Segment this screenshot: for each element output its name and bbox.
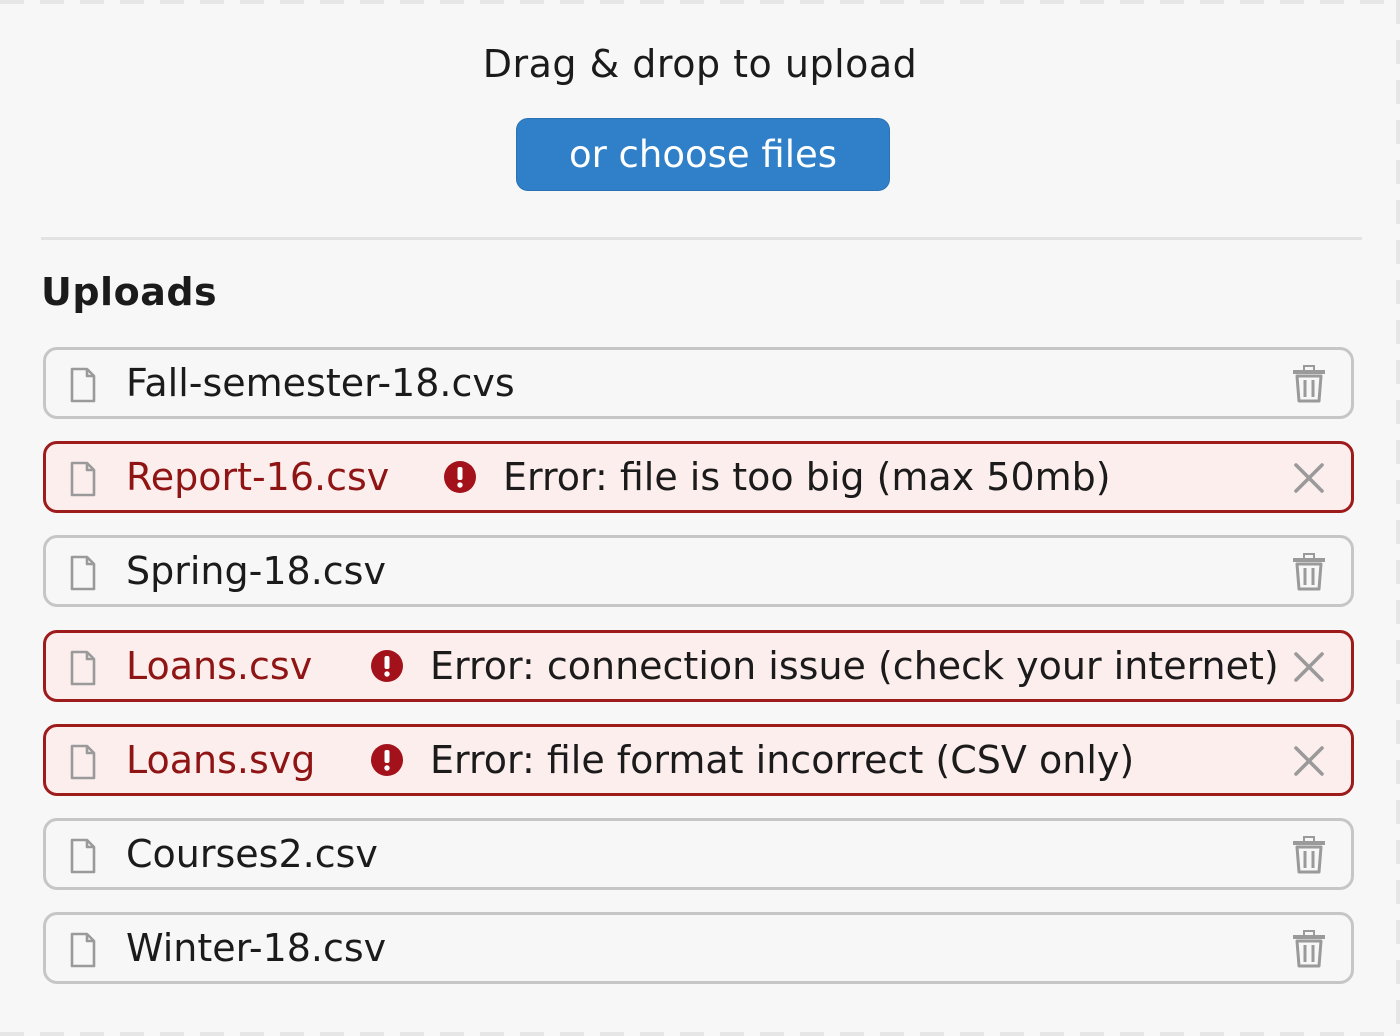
file-icon — [70, 556, 96, 591]
divider — [41, 237, 1362, 240]
dropzone-title: Drag & drop to upload — [482, 42, 918, 86]
upload-item-error: Loans.svg Error: file format incorrect (… — [43, 723, 1354, 796]
close-icon[interactable] — [1291, 742, 1327, 780]
upload-panel: Drag & drop to upload or choose files Up… — [0, 0, 1400, 1036]
upload-item: Courses2.csv — [43, 817, 1354, 890]
file-icon — [70, 650, 96, 685]
upload-item-error: Loans.csv Error: connection issue (check… — [43, 629, 1354, 702]
file-icon — [70, 932, 96, 968]
alert-circle-icon — [371, 649, 403, 682]
error-message: Error: file is too big (max 50mb) — [503, 455, 1111, 500]
file-icon — [70, 838, 96, 874]
file-name: Loans.svg — [126, 737, 316, 782]
file-name: Loans.csv — [126, 643, 313, 688]
trash-icon[interactable] — [1291, 930, 1327, 968]
file-name: Courses2.csv — [126, 831, 378, 876]
error-message: Error: file format incorrect (CSV only) — [430, 737, 1135, 782]
file-name: Winter-18.csv — [126, 926, 387, 971]
file-icon — [70, 461, 96, 497]
file-icon — [70, 367, 96, 403]
upload-item-error: Report-16.csv Error: file is too big (ma… — [43, 441, 1354, 514]
upload-list: Fall-semester-18.cvs Report-16.csv Error — [43, 347, 1354, 985]
upload-item: Fall-semester-18.cvs — [43, 347, 1354, 419]
trash-icon[interactable] — [1291, 365, 1327, 403]
choose-files-button[interactable]: or choose files — [516, 118, 890, 191]
alert-circle-icon — [444, 461, 476, 494]
dropzone[interactable]: Drag & drop to upload or choose files — [0, 0, 1400, 240]
close-icon[interactable] — [1291, 648, 1327, 686]
dropzone-border-bottom — [0, 1032, 1400, 1036]
alert-circle-icon — [371, 743, 403, 776]
file-icon — [70, 744, 96, 780]
upload-item: Winter-18.csv — [43, 912, 1354, 985]
close-icon[interactable] — [1291, 459, 1327, 497]
error-message: Error: connection issue (check your inte… — [430, 643, 1279, 688]
uploads-heading: Uploads — [41, 270, 218, 314]
file-name: Spring-18.csv — [126, 549, 386, 594]
upload-item: Spring-18.csv — [43, 535, 1354, 608]
trash-icon[interactable] — [1291, 835, 1327, 874]
file-name: Fall-semester-18.cvs — [126, 361, 515, 405]
file-name: Report-16.csv — [126, 455, 390, 500]
trash-icon[interactable] — [1291, 553, 1327, 591]
